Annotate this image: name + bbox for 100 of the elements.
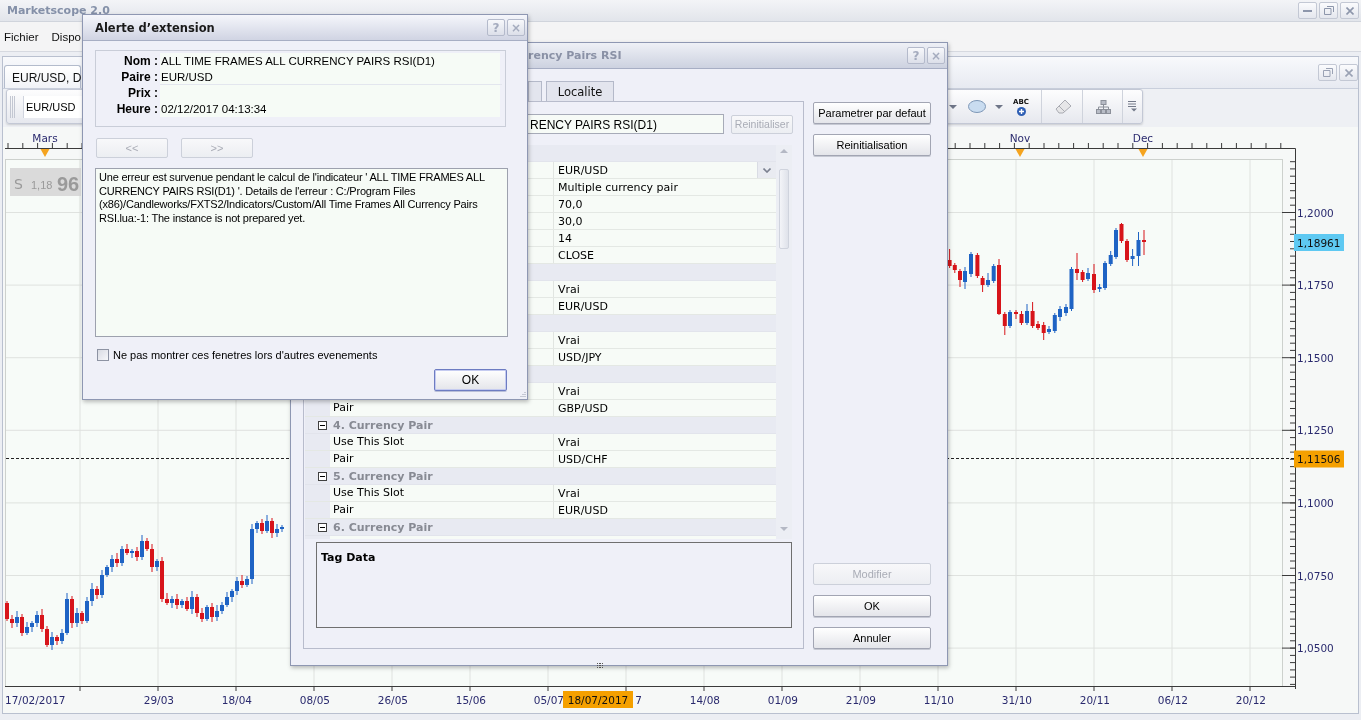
field-label: Prix : — [127, 85, 158, 101]
close-icon — [1345, 6, 1354, 15]
property-row[interactable]: Use This Slot Vrai — [305, 485, 776, 502]
chart-tab[interactable]: EUR/USD, D — [4, 65, 81, 88]
date-label: 26/05 — [377, 694, 408, 706]
price-label: 1,0750 — [1297, 569, 1334, 582]
date-label: 14/08 — [689, 694, 720, 706]
property-value[interactable]: Vrai — [558, 333, 580, 347]
caret-icon[interactable] — [949, 104, 957, 109]
price-label: 1,2000 — [1297, 206, 1334, 219]
property-value[interactable]: Vrai — [558, 486, 580, 500]
property-value[interactable]: Multiple currency pair — [558, 180, 678, 194]
scrollbar-thumb[interactable] — [779, 169, 789, 249]
scrollbar[interactable] — [776, 145, 792, 539]
category-label: 4. Currency Pair — [333, 418, 433, 432]
date-label: 01/09 — [767, 694, 798, 706]
date-label: 20/12 — [1235, 694, 1266, 706]
plus-icon — [1016, 106, 1026, 116]
date-label: 05/07 — [533, 694, 564, 706]
date-label: 11/10 — [923, 694, 954, 706]
ellipse-icon[interactable] — [968, 100, 986, 113]
app-title: Marketscope 2.0 — [7, 4, 110, 17]
property-value[interactable]: EUR/USD — [558, 163, 608, 177]
name-field[interactable]: RENCY PAIRS RSI(D1) — [526, 114, 724, 134]
price-pips-label: 96 — [57, 173, 80, 195]
property-label: Pair — [333, 401, 354, 414]
property-row[interactable]: Pair EUR/USD — [305, 502, 776, 519]
field-label: Nom : — [123, 53, 158, 69]
property-row[interactable]: Pair GBP/USD — [305, 400, 776, 417]
date-label: 17/02/2017 — [5, 694, 66, 706]
symbol-field[interactable]: EUR/USD — [23, 95, 83, 118]
dialog-button[interactable]: Parametrer par defaut — [813, 102, 931, 124]
ok-button[interactable]: OK — [434, 369, 507, 391]
collapse-icon[interactable] — [318, 420, 327, 430]
field-value: 02/12/2017 04:13:34 — [161, 103, 267, 115]
restore-icon — [1323, 6, 1334, 15]
property-value[interactable]: CLOSE — [558, 248, 594, 262]
minimize-icon — [1303, 9, 1312, 12]
date-label: 21/09 — [845, 694, 876, 706]
close-icon — [1344, 68, 1353, 77]
marker-icon — [1015, 149, 1025, 157]
caret-icon[interactable] — [995, 104, 1003, 109]
restore-icon — [1322, 68, 1333, 77]
menu-item[interactable]: Dispo — [51, 30, 81, 43]
property-label: Pair — [333, 503, 354, 516]
date-label: 31/10 — [1001, 694, 1032, 706]
scroll-up-icon[interactable] — [780, 149, 788, 153]
hierarchy-icon[interactable] — [1096, 99, 1111, 114]
price-label: 1,1000 — [1297, 496, 1334, 509]
overflow-icon[interactable] — [1128, 101, 1137, 112]
property-row[interactable]: Use This Slot Vrai — [305, 434, 776, 451]
close-button[interactable] — [1339, 64, 1358, 81]
dialog-button[interactable]: Annuler — [813, 627, 931, 649]
eraser-icon[interactable] — [1055, 99, 1072, 114]
price-label: 1,0500 — [1297, 642, 1334, 655]
minimize-button[interactable] — [1298, 2, 1317, 19]
collapse-icon[interactable] — [318, 471, 327, 481]
property-row[interactable]: Pair USD/CHF — [305, 451, 776, 468]
message-field[interactable]: Une erreur est survenue pendant le calcul de l'indicateur ' ALL TIME FRAMES ALL CURRENCY PAIRS RSI(D1) '. Details de l'erreur : C:/Program Files (x86)/Candleworks/FXTS2/Indicators/Custom/All Time Frames All Currency Pairs RSI.lua:-1: The instance is not prepared yet. — [95, 168, 508, 337]
field-label: Heure : — [115, 101, 158, 117]
collapse-icon[interactable] — [318, 522, 327, 532]
checkbox[interactable] — [97, 349, 109, 361]
chevron-down-icon — [763, 167, 771, 173]
property-value[interactable]: Vrai — [558, 384, 580, 398]
date-label: 20/11 — [1079, 694, 1110, 706]
dropdown-button[interactable] — [757, 162, 776, 178]
restore-button[interactable] — [1318, 64, 1337, 81]
menu-item[interactable]: Fichier — [4, 30, 39, 43]
property-value[interactable]: Vrai — [558, 282, 580, 296]
dialog-button[interactable]: Reinitialisation — [813, 134, 931, 156]
dialog-title: rency Pairs RSI — [528, 49, 622, 62]
property-value[interactable]: 14 — [558, 231, 572, 245]
dialog-button[interactable]: OK — [813, 595, 931, 617]
property-value[interactable]: 30,0 — [558, 214, 583, 228]
property-value[interactable]: 70,0 — [558, 197, 583, 211]
property-value[interactable]: USD/CHF — [558, 452, 608, 466]
resize-grip-icon[interactable] — [597, 663, 603, 668]
field-label: Paire : — [120, 69, 158, 85]
price-label: 1,1750 — [1297, 279, 1334, 292]
property-value[interactable]: EUR/USD — [558, 503, 608, 517]
price-label: 1,18 — [31, 179, 53, 191]
property-value[interactable]: EUR/USD — [558, 299, 608, 313]
close-button[interactable] — [1340, 2, 1359, 19]
crosshair-date-tag: 18/07/2017 — [563, 691, 633, 708]
date-label: 18/04 — [221, 694, 252, 706]
property-value[interactable]: Vrai — [558, 435, 580, 449]
dialog-title: Alerte d’extension — [95, 20, 215, 35]
tab[interactable]: Localite — [546, 81, 614, 101]
scroll-down-icon[interactable] — [780, 527, 788, 531]
grip-icon[interactable] — [10, 95, 16, 118]
month-label: Nov — [1009, 132, 1031, 144]
tab[interactable] — [528, 81, 542, 101]
date-label: 15/06 — [455, 694, 486, 706]
resize-grip-icon[interactable] — [519, 391, 526, 398]
restore-button[interactable] — [1319, 2, 1338, 19]
current-price-tag: 1,18961 — [1294, 234, 1344, 251]
price-label: 1,1500 — [1297, 351, 1334, 364]
property-value[interactable]: USD/JPY — [558, 350, 602, 364]
month-label: Dec — [1132, 132, 1154, 144]
property-value[interactable]: GBP/USD — [558, 401, 608, 415]
